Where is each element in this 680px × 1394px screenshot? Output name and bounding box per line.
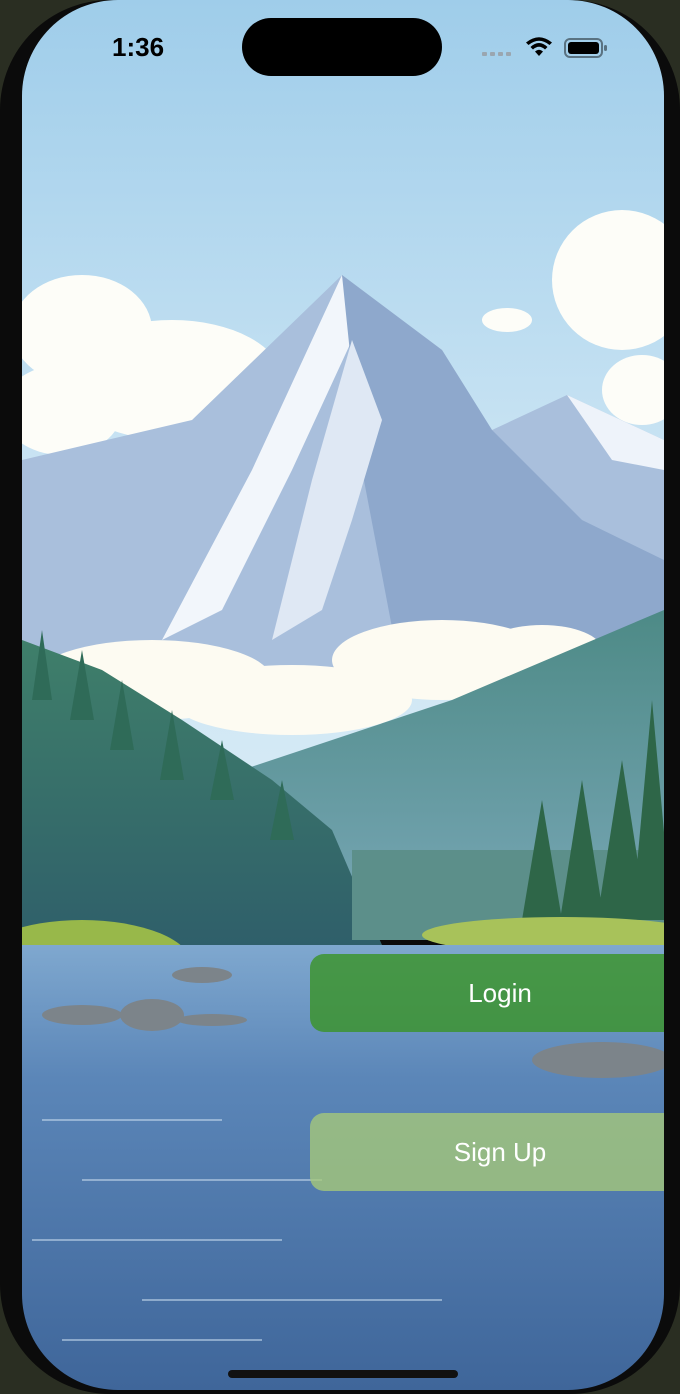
login-button[interactable]: Login <box>310 954 664 1032</box>
home-indicator[interactable] <box>228 1370 458 1378</box>
status-time: 1:36 <box>112 32 165 62</box>
app-screen: 1:36 Login Sign Up <box>22 0 664 1390</box>
phone-frame: 1:36 Login Sign Up <box>0 0 680 1394</box>
signup-button[interactable]: Sign Up <box>310 1113 664 1191</box>
cellular-dots-icon <box>482 52 511 56</box>
wifi-icon <box>526 37 552 56</box>
dynamic-island <box>242 18 442 76</box>
battery-icon <box>564 38 607 58</box>
